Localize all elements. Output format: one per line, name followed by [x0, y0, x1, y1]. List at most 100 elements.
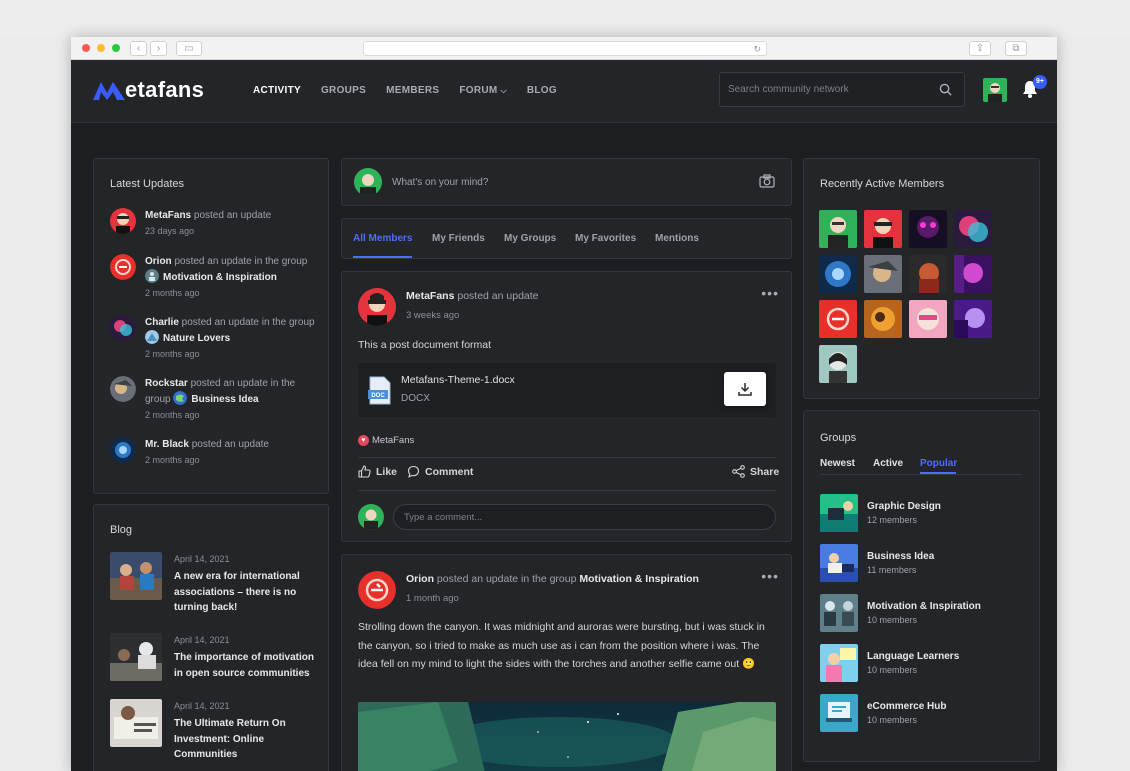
minimize-window-icon[interactable] — [97, 44, 105, 52]
group-name[interactable]: Motivation & Inspiration — [867, 601, 981, 612]
blog-post-title[interactable]: A new era for international associations… — [174, 569, 319, 616]
member-avatar[interactable] — [954, 210, 992, 248]
group-thumbnail[interactable] — [820, 594, 858, 632]
blog-thumbnail[interactable] — [110, 699, 162, 747]
download-button[interactable] — [724, 372, 766, 406]
recent-members-card: Recently Active Members — [803, 158, 1040, 399]
avatar[interactable] — [110, 254, 136, 280]
member-avatar[interactable] — [819, 210, 857, 248]
more-options-icon[interactable]: ••• — [761, 568, 779, 584]
post-group[interactable]: Motivation & Inspiration — [579, 573, 699, 585]
group-thumbnail[interactable] — [820, 494, 858, 532]
activity-post: MetaFans posted an update 3 weeks ago ••… — [341, 271, 792, 542]
reactions[interactable]: ♥ MetaFans — [358, 435, 414, 446]
avatar[interactable] — [110, 437, 136, 463]
member-avatar[interactable] — [864, 210, 902, 248]
nav-forum[interactable]: FORUM ⌵ — [459, 85, 507, 96]
avatar[interactable] — [358, 288, 396, 326]
comment-input[interactable] — [393, 504, 776, 530]
address-bar[interactable]: ↻ — [363, 41, 767, 56]
update-user[interactable]: MetaFans — [145, 210, 191, 221]
group-thumbnail[interactable] — [820, 544, 858, 582]
tab-active[interactable]: Active — [873, 458, 903, 469]
document-name[interactable]: Metafans-Theme-1.docx — [401, 374, 515, 386]
avatar[interactable] — [354, 168, 382, 196]
search-input[interactable] — [728, 73, 928, 106]
member-avatar[interactable] — [864, 300, 902, 338]
avatar[interactable] — [110, 315, 136, 341]
blog-post-title[interactable]: The importance of motivation in open sou… — [174, 650, 319, 681]
group-thumbnail[interactable] — [820, 644, 858, 682]
tab-all-members[interactable]: All Members — [353, 219, 413, 258]
active-tab-indicator — [920, 472, 956, 474]
group-name[interactable]: eCommerce Hub — [867, 701, 946, 712]
group-item[interactable]: Graphic Design 12 members — [820, 494, 1020, 532]
update-user[interactable]: Orion — [145, 256, 172, 267]
nav-members[interactable]: MEMBERS — [386, 85, 439, 96]
site-header: etafans ACTIVITY GROUPS MEMBERS FORUM ⌵ B… — [71, 60, 1057, 123]
member-avatar[interactable] — [864, 255, 902, 293]
nav-groups[interactable]: GROUPS — [321, 85, 366, 96]
share-button[interactable]: Share — [732, 465, 779, 478]
post-image[interactable] — [358, 702, 776, 771]
member-avatar[interactable] — [909, 255, 947, 293]
tab-my-groups[interactable]: My Groups — [504, 219, 556, 258]
group-item[interactable]: eCommerce Hub 10 members — [820, 694, 1020, 732]
member-avatar[interactable] — [819, 255, 857, 293]
blog-thumbnail[interactable] — [110, 633, 162, 681]
member-avatar[interactable] — [954, 255, 992, 293]
group-item[interactable]: Language Learners 10 members — [820, 644, 1020, 682]
comment-button[interactable]: Comment — [407, 465, 473, 478]
member-avatar[interactable] — [819, 300, 857, 338]
close-window-icon[interactable] — [82, 44, 90, 52]
update-user[interactable]: Rockstar — [145, 378, 188, 389]
member-avatar[interactable] — [909, 300, 947, 338]
post-author[interactable]: Orion — [406, 573, 434, 585]
group-item[interactable]: Motivation & Inspiration 10 members — [820, 594, 1020, 632]
update-user[interactable]: Mr. Black — [145, 439, 189, 450]
tab-newest[interactable]: Newest — [820, 458, 855, 469]
group-name[interactable]: Business Idea — [867, 551, 934, 562]
avatar[interactable] — [358, 571, 396, 609]
member-avatar[interactable] — [819, 345, 857, 383]
user-avatar[interactable] — [983, 78, 1007, 102]
avatar[interactable] — [110, 376, 136, 402]
group-name[interactable]: Language Learners — [867, 651, 959, 662]
member-avatar[interactable] — [954, 300, 992, 338]
back-icon[interactable]: ‹ — [130, 41, 147, 56]
camera-icon[interactable] — [759, 174, 775, 188]
nav-activity[interactable]: ACTIVITY — [253, 85, 301, 96]
doc-badge-text: DOC — [371, 393, 385, 399]
tab-my-friends[interactable]: My Friends — [432, 219, 485, 258]
nav-blog[interactable]: BLOG — [527, 85, 557, 96]
feed-tabs: All Members My Friends My Groups My Favo… — [341, 218, 792, 259]
update-group[interactable]: Nature Lovers — [163, 333, 230, 344]
site-logo[interactable]: etafans — [93, 77, 204, 103]
avatar[interactable] — [358, 504, 384, 530]
update-group[interactable]: Motivation & Inspiration — [163, 272, 277, 283]
forward-icon[interactable]: › — [150, 41, 167, 56]
avatar[interactable] — [110, 208, 136, 234]
tabs-overview-icon[interactable]: ⧉ — [1005, 41, 1027, 56]
search-icon[interactable] — [939, 83, 952, 96]
update-user[interactable]: Charlie — [145, 317, 179, 328]
tab-popular[interactable]: Popular — [920, 458, 957, 469]
sidebar-toggle-icon[interactable]: ▭ — [176, 41, 202, 56]
tab-mentions[interactable]: Mentions — [655, 219, 699, 258]
reload-icon[interactable]: ↻ — [753, 42, 761, 56]
tab-my-favorites[interactable]: My Favorites — [575, 219, 636, 258]
group-thumbnail[interactable] — [820, 694, 858, 732]
update-text: MetaFans posted an update 23 days ago — [145, 208, 320, 239]
more-options-icon[interactable]: ••• — [761, 285, 779, 301]
like-button[interactable]: Like — [358, 465, 397, 478]
maximize-window-icon[interactable] — [112, 44, 120, 52]
update-group[interactable]: Business Idea — [191, 394, 258, 405]
post-author[interactable]: MetaFans — [406, 290, 454, 302]
blog-thumbnail[interactable] — [110, 552, 162, 600]
blog-post-title[interactable]: The Ultimate Return On Investment: Onlin… — [174, 716, 319, 763]
composer-input[interactable] — [392, 172, 742, 192]
share-page-icon[interactable]: ⇪ — [969, 41, 991, 56]
group-item[interactable]: Business Idea 11 members — [820, 544, 1020, 582]
group-name[interactable]: Graphic Design — [867, 501, 941, 512]
member-avatar[interactable] — [909, 210, 947, 248]
